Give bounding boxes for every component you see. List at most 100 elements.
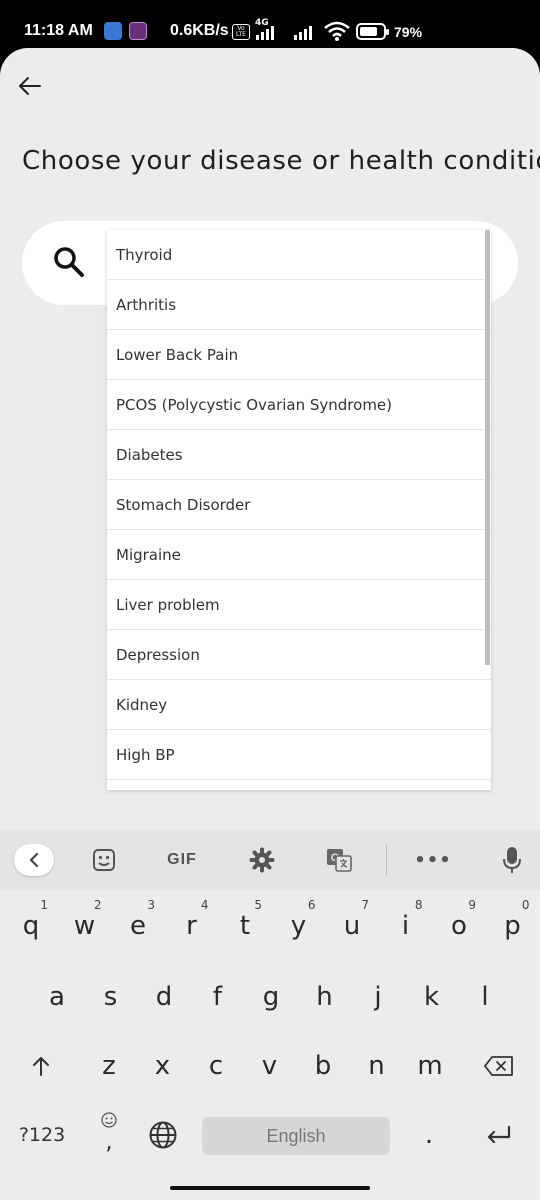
key-label: b [314, 1051, 332, 1081]
key-label: i [401, 911, 410, 941]
keyboard-toolbar: GIF G ••• [0, 830, 540, 890]
battery-icon [356, 23, 389, 40]
key-label: z [102, 1051, 116, 1081]
home-indicator[interactable] [170, 1186, 370, 1190]
comma-key[interactable]: , [84, 1105, 134, 1165]
globe-icon[interactable] [138, 1105, 188, 1165]
key-number-hint: 1 [40, 898, 48, 912]
chevron-left-icon[interactable] [14, 844, 54, 876]
letter-key[interactable]: u7 [327, 896, 377, 956]
dropdown-scrollbar[interactable] [485, 230, 490, 665]
key-label: q [22, 911, 40, 941]
key-number-hint: 0 [521, 898, 530, 912]
key-number-hint: 5 [254, 898, 262, 912]
space-bar[interactable]: English [202, 1117, 390, 1155]
magnifier-icon [54, 247, 84, 277]
sticker-icon[interactable] [88, 844, 120, 876]
letter-key[interactable]: a [32, 967, 82, 1027]
key-number-hint: 6 [307, 898, 316, 912]
dropdown-item[interactable]: Lower Back Pain [107, 330, 491, 380]
key-label: a [49, 982, 65, 1012]
enter-icon[interactable] [470, 1105, 526, 1165]
period-key[interactable]: . [404, 1105, 454, 1165]
key-label: j [374, 982, 382, 1012]
signal-strength-icon [294, 24, 312, 40]
key-label: v [261, 1051, 278, 1081]
page-title: Choose your disease or health condition [22, 146, 540, 176]
shift-arrow-icon[interactable] [16, 1036, 66, 1096]
letter-key[interactable]: z [84, 1036, 134, 1096]
dropdown-item[interactable]: Thyroid [107, 230, 491, 280]
key-label: k [423, 982, 440, 1012]
key-label: x [154, 1051, 171, 1081]
symbols-key[interactable]: ?123 [12, 1105, 72, 1165]
dropdown-item[interactable]: Migraine [107, 530, 491, 580]
key-label: u [343, 911, 361, 941]
battery-percent: 79% [394, 24, 423, 40]
dropdown-item[interactable]: Depression [107, 630, 491, 680]
signal-strength-icon [256, 24, 274, 40]
letter-key[interactable]: i8 [381, 896, 431, 956]
dropdown-item[interactable]: Arthritis [107, 280, 491, 330]
key-label: g [262, 982, 280, 1012]
key-number-hint: 2 [93, 898, 102, 912]
letter-key[interactable]: d [139, 967, 189, 1027]
translate-icon[interactable]: G [324, 844, 354, 876]
letter-key[interactable]: m [405, 1036, 455, 1096]
microphone-icon[interactable] [498, 844, 526, 876]
wifi-icon [324, 21, 350, 41]
key-label: y [290, 911, 307, 941]
key-number-hint: 9 [468, 898, 476, 912]
letter-key[interactable]: l [460, 967, 510, 1027]
letter-key[interactable]: n [352, 1036, 402, 1096]
key-label: o [451, 911, 467, 941]
gif-button[interactable]: GIF [162, 844, 202, 876]
letter-key[interactable]: c [191, 1036, 241, 1096]
letter-key[interactable]: t5 [220, 896, 270, 956]
letter-key[interactable]: s [86, 967, 136, 1027]
dropdown-item[interactable]: PCOS (Polycystic Ovarian Syndrome) [107, 380, 491, 430]
letter-key[interactable]: p0 [488, 896, 538, 956]
letter-key[interactable]: q1 [6, 896, 56, 956]
status-time: 11:18 AM [24, 22, 93, 39]
more-options-button[interactable]: ••• [414, 844, 451, 876]
key-label: e [130, 911, 146, 941]
key-number-hint: 8 [414, 898, 423, 912]
comma-label: , [105, 1129, 113, 1155]
arrow-left-icon[interactable] [14, 70, 46, 102]
dropdown-item[interactable]: Kidney [107, 680, 491, 730]
letter-key[interactable]: e3 [113, 896, 163, 956]
letter-key[interactable]: x [138, 1036, 188, 1096]
dropdown-item[interactable]: Liver problem [107, 580, 491, 630]
dropdown-item[interactable]: Diabetes [107, 430, 491, 480]
network-speed: 0.6KB/s [170, 22, 229, 39]
dropdown-item[interactable]: Stomach Disorder [107, 480, 491, 530]
letter-key[interactable]: w2 [60, 896, 110, 956]
key-label: l [481, 982, 489, 1012]
letter-key[interactable]: v [245, 1036, 295, 1096]
toolbar-divider [386, 844, 387, 876]
dropdown-item[interactable]: High BP [107, 730, 491, 780]
key-number-hint: 4 [200, 898, 209, 912]
letter-key[interactable]: j [353, 967, 403, 1027]
backspace-icon[interactable] [474, 1036, 524, 1096]
letter-key[interactable]: f [193, 967, 243, 1027]
letter-key[interactable]: g [246, 967, 296, 1027]
letter-key[interactable]: o9 [434, 896, 484, 956]
soft-keyboard: GIF G ••• q 1 w 2 e 3 r 4 t 5 y 6 u 7 i … [0, 830, 540, 1200]
letter-key[interactable]: y6 [274, 896, 324, 956]
notification-app-icon [104, 22, 122, 40]
key-label: m [417, 1051, 443, 1081]
letter-key[interactable]: k [407, 967, 457, 1027]
navigation-bar [0, 1180, 540, 1200]
key-label: t [239, 911, 251, 941]
key-label: w [73, 911, 96, 941]
volte-icon: Vo LTE [232, 24, 250, 40]
key-label: s [103, 982, 118, 1012]
key-label: r [186, 911, 197, 941]
notification-app-icon [129, 22, 147, 40]
letter-key[interactable]: b [298, 1036, 348, 1096]
gear-icon[interactable] [246, 844, 278, 876]
letter-key[interactable]: r4 [167, 896, 217, 956]
letter-key[interactable]: h [300, 967, 350, 1027]
